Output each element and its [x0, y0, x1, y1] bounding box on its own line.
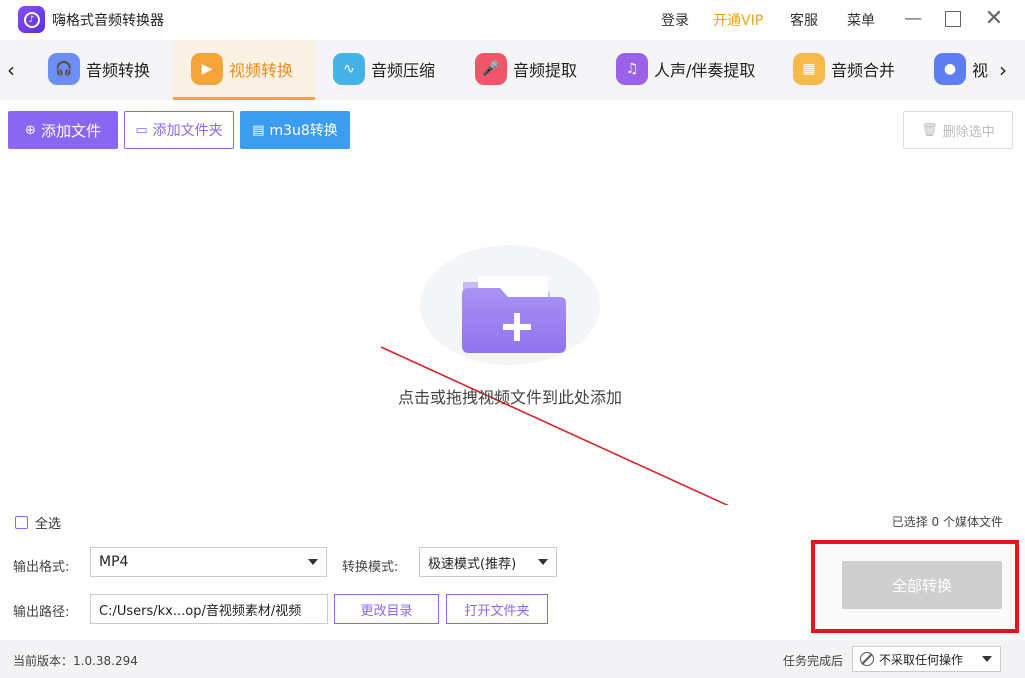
format-select[interactable]: MP4: [90, 547, 327, 577]
select-all-checkbox[interactable]: 全选: [15, 513, 61, 532]
plus-circle-icon: ⊕: [25, 122, 36, 138]
chevron-down-icon: [538, 559, 548, 565]
delete-selected-label: 删除选中: [942, 124, 995, 140]
tab-video-more[interactable]: ● 视: [934, 40, 994, 98]
ban-icon: [860, 652, 874, 666]
delete-selected-button[interactable]: 🗑 删除选中: [903, 111, 1013, 149]
chevron-down-icon: [308, 559, 318, 565]
add-file-label: 添加文件: [40, 121, 101, 140]
merge-icon: ▦: [793, 53, 825, 85]
feature-tabbar: ‹ 🎧 音频转换 ▶ 视频转换 ∿ 音频压缩 🎤 音频提取 ♫ 人声/伴奏提取 …: [0, 40, 1025, 100]
after-task-value: 不采取任何操作: [879, 652, 964, 667]
change-dir-button[interactable]: 更改目录: [334, 594, 439, 624]
tab-label: 视: [972, 61, 989, 80]
dropzone-hint: 点击或拖拽视频文件到此处添加: [397, 388, 622, 407]
login-link[interactable]: 登录: [661, 10, 689, 30]
tab-label: 人声/伴奏提取: [654, 61, 756, 80]
mode-value: 极速模式(推荐): [428, 556, 517, 572]
add-folder-label: 添加文件夹: [152, 123, 223, 139]
m3u8-convert-button[interactable]: ▤ m3u8转换: [240, 111, 350, 149]
add-folder-illustration-icon: [420, 245, 600, 365]
app-logo-icon: ♪: [18, 6, 45, 33]
video-icon: ▶: [191, 53, 223, 85]
file-dropzone[interactable]: [0, 160, 1025, 505]
after-task-select[interactable]: 不采取任何操作: [852, 646, 1001, 672]
m3u8-label: m3u8转换: [269, 123, 338, 139]
maximize-icon[interactable]: [942, 8, 964, 30]
highlight-box: [811, 540, 1019, 633]
version-text: 当前版本：1.0.38.294: [13, 654, 138, 668]
tab-label: 音频转换: [86, 61, 151, 80]
document-icon: ▤: [252, 122, 265, 138]
menu-link[interactable]: 菜单: [847, 10, 875, 30]
format-value: MP4: [99, 554, 129, 570]
close-icon[interactable]: ✕: [983, 8, 1005, 30]
app-window: ♪ 嗨格式音频转换器 登录 开通VIP 客服 菜单 — ✕ ‹ 🎧 音频转换 ▶…: [0, 0, 1025, 678]
tab-label: 视频转换: [229, 61, 294, 80]
microphone-icon: 🎤: [475, 53, 507, 85]
add-file-button[interactable]: ⊕ 添加文件: [8, 111, 118, 149]
mode-select[interactable]: 极速模式(推荐): [419, 547, 557, 577]
tab-audio-convert[interactable]: 🎧 音频转换: [48, 40, 168, 98]
mode-label: 转换模式:: [342, 560, 399, 575]
path-label: 输出路径:: [13, 605, 70, 620]
folder-icon: ▭: [135, 122, 148, 138]
waveform-icon: ∿: [333, 53, 365, 85]
tab-label: 音频提取: [513, 61, 578, 80]
tab-audio-extract[interactable]: 🎤 音频提取: [475, 40, 595, 98]
tab-vocal-extract[interactable]: ♫ 人声/伴奏提取: [616, 40, 766, 98]
add-folder-button[interactable]: ▭ 添加文件夹: [124, 111, 234, 149]
vip-link[interactable]: 开通VIP: [713, 10, 763, 30]
open-folder-button[interactable]: 打开文件夹: [446, 594, 548, 624]
tab-label: 音频压缩: [371, 61, 436, 80]
chevron-down-icon: [982, 656, 992, 662]
app-title: 嗨格式音频转换器: [52, 13, 164, 29]
tab-video-convert[interactable]: ▶ 视频转换: [173, 40, 315, 100]
after-task-label: 任务完成后: [783, 654, 844, 668]
tab-scroll-left-icon[interactable]: ‹: [7, 58, 15, 82]
checkbox-icon: [15, 516, 28, 529]
annotation-arrow: [380, 346, 729, 505]
trash-icon: 🗑: [921, 122, 938, 138]
dropzone-art: [380, 245, 729, 505]
selected-count: 已选择 0 个媒体文件: [891, 515, 1003, 529]
tab-label: 音频合并: [831, 61, 896, 80]
format-label: 输出格式:: [13, 560, 70, 575]
title-bar: ♪ 嗨格式音频转换器 登录 开通VIP 客服 菜单 — ✕: [0, 0, 1025, 38]
service-link[interactable]: 客服: [790, 10, 818, 30]
note-icon: ♫: [616, 53, 648, 85]
tab-scroll-right-icon[interactable]: ›: [999, 58, 1007, 82]
minimize-icon[interactable]: —: [902, 8, 924, 30]
drop-icon: ●: [934, 53, 966, 85]
tab-audio-merge[interactable]: ▦ 音频合并: [793, 40, 913, 98]
output-path-field[interactable]: C:/Users/kx...op/音视频素材/视频: [90, 594, 328, 624]
headphones-icon: 🎧: [48, 53, 80, 85]
select-all-label: 全选: [35, 517, 62, 532]
tab-audio-compress[interactable]: ∿ 音频压缩: [333, 40, 453, 98]
